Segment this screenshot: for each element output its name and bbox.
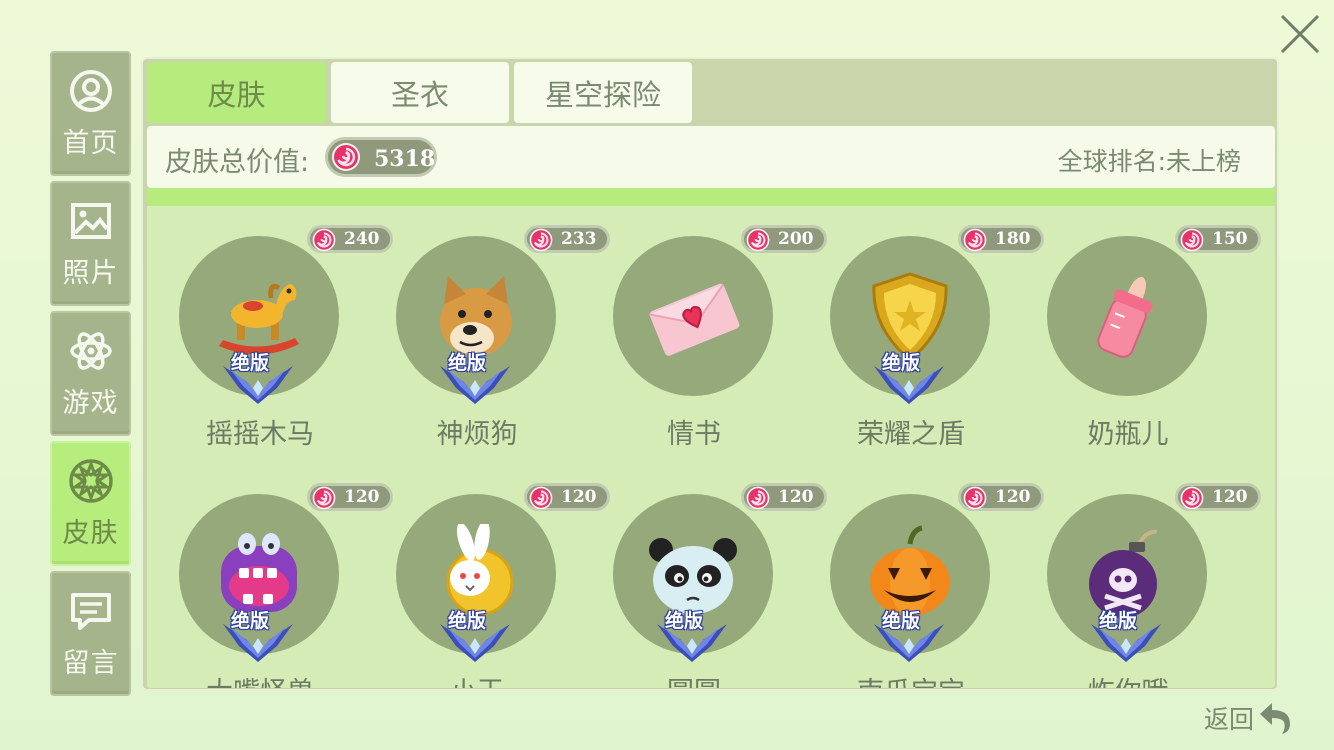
price-tag: 120 — [1175, 483, 1261, 511]
sidebar-item-label: 皮肤 — [62, 518, 119, 549]
candy-icon — [529, 486, 553, 510]
candy-icon — [963, 228, 987, 252]
badge-text: 绝版 — [231, 610, 270, 632]
atom-icon — [69, 332, 112, 370]
sidebar-item-skins[interactable]: 皮肤 — [50, 441, 131, 566]
skin-item[interactable]: 150 奶瓶儿 — [1015, 206, 1261, 450]
candy-icon — [1180, 228, 1204, 252]
skin-item[interactable]: 233 绝版 神烦狗 — [364, 206, 610, 450]
skin-item[interactable]: 120 绝版 小王 — [364, 464, 610, 688]
candy-icon — [312, 486, 336, 510]
baby-bottle-icon — [1097, 277, 1153, 358]
global-rank: 全球排名:未上榜 — [1057, 147, 1241, 176]
badge-text: 绝版 — [882, 352, 921, 374]
picture-icon — [70, 203, 111, 239]
price-value: 120 — [1212, 487, 1248, 507]
skin-item[interactable]: 180 绝版 荣耀之盾 — [798, 206, 1044, 450]
sidebar-item-label: 首页 — [62, 128, 119, 159]
skins-grid: 240 绝版 摇摇木马 233 绝版 神烦狗 200 情书 180 绝版 荣耀之… — [147, 206, 1275, 688]
sidebar-item-games[interactable]: 游戏 — [50, 311, 131, 436]
close-icon — [1280, 14, 1320, 54]
sidebar-item-label: 游戏 — [62, 388, 119, 419]
skin-item[interactable]: 120 绝版 大嘴怪兽 — [147, 464, 393, 688]
limited-edition-badge: 绝版 — [872, 606, 946, 662]
badge-text: 绝版 — [231, 352, 270, 374]
skin-item[interactable]: 240 绝版 摇摇木马 — [147, 206, 393, 450]
sidebar-item-messages[interactable]: 留言 — [50, 571, 131, 696]
limited-edition-badge: 绝版 — [872, 348, 946, 404]
total-value-badge: 5318 — [325, 137, 437, 177]
badge-text: 绝版 — [882, 610, 921, 632]
skin-name: 奶瓶儿 — [1087, 419, 1169, 450]
divider-bar — [147, 188, 1275, 206]
limited-edition-badge: 绝版 — [438, 348, 512, 404]
skin-name: 大嘴怪兽 — [147, 670, 373, 688]
limited-edition-badge: 绝版 — [221, 606, 295, 662]
skin-name: 情书 — [667, 419, 721, 450]
sidebar-item-label: 留言 — [62, 648, 119, 679]
skin-item[interactable]: 120 绝版 南瓜宝宝 — [798, 464, 1044, 688]
candy-icon — [746, 228, 770, 252]
price-value: 150 — [1212, 229, 1248, 249]
candy-icon — [1180, 486, 1204, 510]
badge-text: 绝版 — [665, 610, 704, 632]
return-arrow-icon — [1260, 703, 1291, 734]
tab-armor[interactable]: 圣衣 — [331, 62, 509, 123]
close-button[interactable] — [1276, 10, 1324, 58]
price-tag: 150 — [1175, 225, 1261, 253]
sidebar-item-home[interactable]: 首页 — [50, 51, 131, 176]
back-button[interactable]: 返回 — [1204, 700, 1294, 736]
skin-name: 圆圆 — [581, 670, 807, 688]
skin-name: 南瓜宝宝 — [798, 670, 1024, 688]
skin-item[interactable]: 120 绝版 炸你哦 — [1015, 464, 1261, 688]
limited-edition-badge: 绝版 — [1089, 606, 1163, 662]
love-letter-icon — [648, 283, 740, 356]
skin-name: 荣耀之盾 — [857, 419, 965, 450]
skin-item[interactable]: 200 情书 — [581, 206, 827, 450]
skin-name: 炸你哦 — [1015, 670, 1241, 688]
tab-star-adventure[interactable]: 星空探险 — [514, 62, 692, 123]
skins-panel: 皮肤 圣衣 星空探险 皮肤总价值: 5318 全球排名:未上榜 240 绝版 摇… — [141, 57, 1279, 691]
skin-summary: 皮肤总价值: 5318 全球排名:未上榜 — [147, 126, 1275, 188]
total-value: 5318 — [374, 146, 436, 172]
limited-edition-badge: 绝版 — [438, 606, 512, 662]
skin-name: 摇摇木马 — [206, 419, 314, 450]
sidebar-item-photos[interactable]: 照片 — [50, 181, 131, 306]
tab-skins[interactable]: 皮肤 — [147, 62, 326, 123]
badge-text: 绝版 — [448, 610, 487, 632]
candy-icon — [332, 143, 360, 171]
user-circle-icon — [69, 70, 112, 112]
candy-icon — [746, 486, 770, 510]
candy-icon — [963, 486, 987, 510]
badge-text: 绝版 — [448, 352, 487, 374]
total-value-label: 皮肤总价值: — [165, 147, 310, 178]
skin-name: 小王 — [364, 670, 590, 688]
tab-bar: 皮肤 圣衣 星空探险 — [147, 62, 697, 123]
skin-item[interactable]: 120 绝版 圆圆 — [581, 464, 827, 688]
skin-name: 神烦狗 — [436, 419, 518, 450]
back-label: 返回 — [1204, 705, 1255, 734]
limited-edition-badge: 绝版 — [655, 606, 729, 662]
candy-icon — [312, 228, 336, 252]
limited-edition-badge: 绝版 — [221, 348, 295, 404]
flower-badge-icon — [68, 459, 113, 503]
sidebar-item-label: 照片 — [62, 258, 119, 289]
chat-bubble-icon — [70, 593, 111, 630]
candy-icon — [529, 228, 553, 252]
badge-text: 绝版 — [1099, 610, 1138, 632]
